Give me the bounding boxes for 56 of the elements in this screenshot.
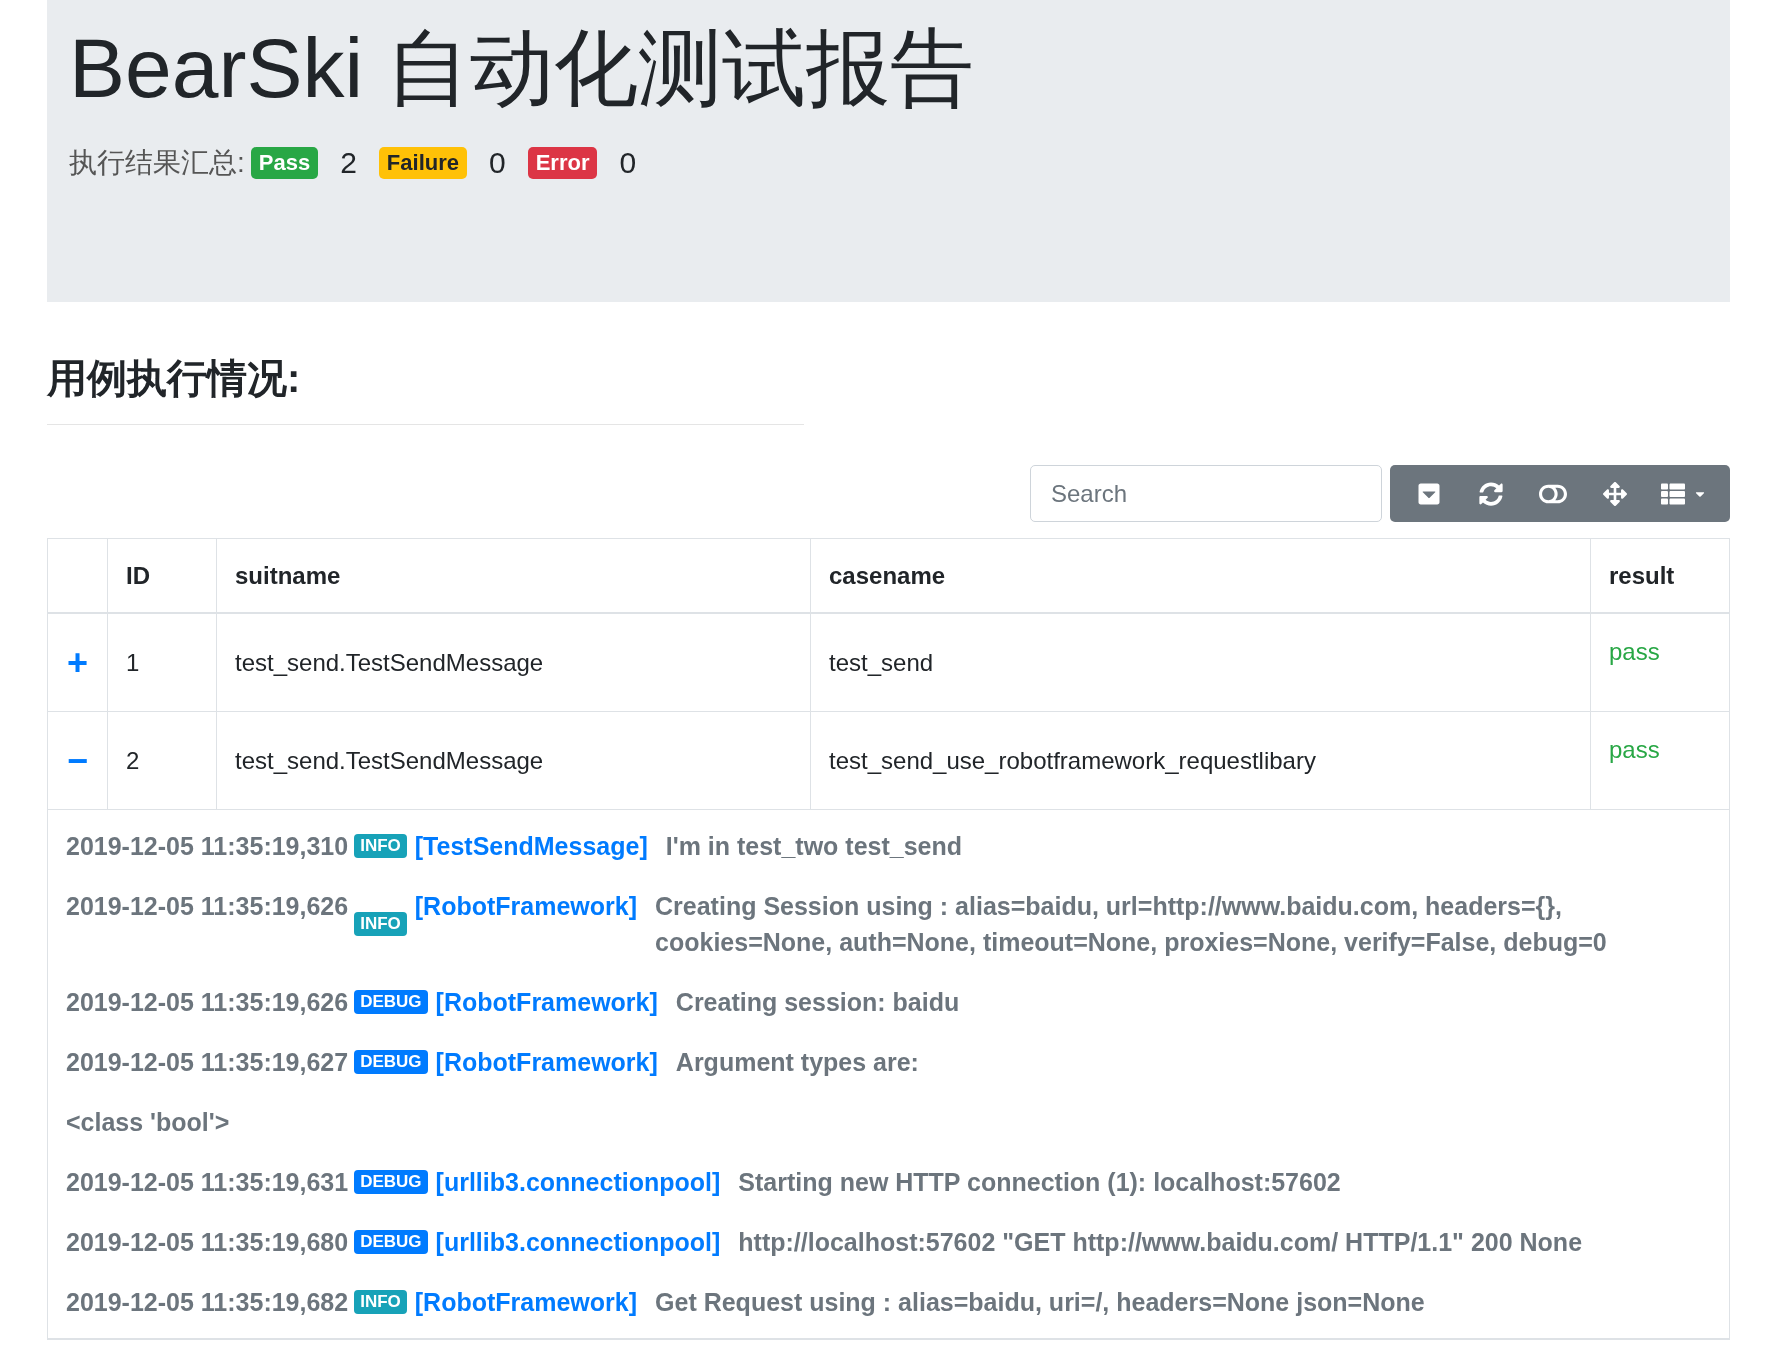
log-timestamp: 2019-12-05 11:35:19,310 bbox=[66, 831, 349, 862]
log-level-badge: DEBUG bbox=[354, 990, 428, 1014]
log-message: http://localhost:57602 "GET http://www.baidu.com/ HTTP/1.1" 200 None bbox=[738, 1227, 1584, 1258]
list-icon bbox=[1661, 481, 1685, 506]
search-field[interactable]: Search bbox=[1030, 465, 1382, 522]
section-title: 用例执行情况: bbox=[47, 355, 302, 402]
result-badge: Error bbox=[527, 146, 598, 179]
log-level-badge: DEBUG bbox=[354, 1230, 428, 1254]
log-timestamp: 2019-12-05 11:35:19,682 bbox=[66, 1287, 349, 1318]
log-timestamp: 2019-12-05 11:35:19,626 bbox=[66, 891, 349, 922]
log-source: [RobotFramework] bbox=[435, 987, 658, 1018]
result-status: pass bbox=[1609, 736, 1660, 763]
result-badge: Pass bbox=[250, 146, 319, 179]
log-message: Starting new HTTP connection (1): localhost:57602 bbox=[738, 1167, 1342, 1198]
refresh-icon bbox=[1479, 481, 1503, 506]
result-count: 0 bbox=[619, 145, 637, 181]
result-count: 0 bbox=[489, 145, 506, 181]
move-icon bbox=[1603, 481, 1627, 506]
log-source: [urllib3.connectionpool] bbox=[435, 1227, 721, 1258]
column-header: result bbox=[1609, 560, 1675, 591]
log-message: Creating session: baidu bbox=[675, 987, 961, 1018]
log-level-badge: INFO bbox=[354, 834, 407, 858]
result-count: 2 bbox=[340, 145, 357, 181]
row-toggle-button[interactable]: + bbox=[67, 644, 88, 681]
log-text: <class 'bool'> bbox=[66, 1108, 230, 1136]
log-message: Get Request using : alias=baidu, uri=/, headers=None json=None bbox=[655, 1287, 1426, 1318]
table-cell-text: test_send bbox=[829, 647, 934, 678]
column-header: ID bbox=[126, 560, 150, 591]
log-source: [RobotFramework] bbox=[414, 1287, 638, 1318]
log-source: [urllib3.connectionpool] bbox=[435, 1167, 721, 1198]
log-timestamp: 2019-12-05 11:35:19,627 bbox=[66, 1047, 349, 1078]
log-message: Argument types are: bbox=[675, 1047, 920, 1078]
summary-label: 执行结果汇总: bbox=[69, 145, 245, 180]
result-status: pass bbox=[1609, 638, 1660, 665]
log-level-badge: INFO bbox=[354, 912, 407, 936]
table-cell-text: test_send.TestSendMessage bbox=[235, 745, 544, 776]
log-level-badge: INFO bbox=[354, 1290, 407, 1314]
column-header: casename bbox=[829, 560, 946, 591]
table-cell-text: 1 bbox=[126, 647, 140, 678]
log-source: [TestSendMessage] bbox=[414, 831, 648, 862]
row-toggle-button[interactable]: − bbox=[67, 742, 88, 779]
column-header: suitname bbox=[235, 560, 341, 591]
log-source: [RobotFramework] bbox=[414, 891, 638, 922]
table-cell-text: test_send_use_robotframework_requestlibary bbox=[829, 745, 1316, 776]
table-cell-text: test_send.TestSendMessage bbox=[235, 647, 544, 678]
table-cell-text: 2 bbox=[126, 745, 140, 776]
log-message: Creating Session using : alias=baidu, url=http://www.baidu.com, headers={}, cookies=None, auth=None, timeout=None, proxies=None, verify=False, debug=0 bbox=[655, 891, 1608, 958]
log-timestamp: 2019-12-05 11:35:19,631 bbox=[66, 1167, 349, 1198]
report-title: BearSki 自动化测试报告 bbox=[69, 20, 976, 117]
log-timestamp: 2019-12-05 11:35:19,626 bbox=[66, 987, 349, 1018]
log-source: [RobotFramework] bbox=[435, 1047, 658, 1078]
log-message: I'm in test_two test_send bbox=[665, 831, 964, 862]
log-timestamp: 2019-12-05 11:35:19,680 bbox=[66, 1227, 349, 1258]
log-level-badge: DEBUG bbox=[354, 1050, 428, 1074]
result-badge: Failure bbox=[378, 146, 467, 179]
log-level-badge: DEBUG bbox=[354, 1170, 428, 1194]
